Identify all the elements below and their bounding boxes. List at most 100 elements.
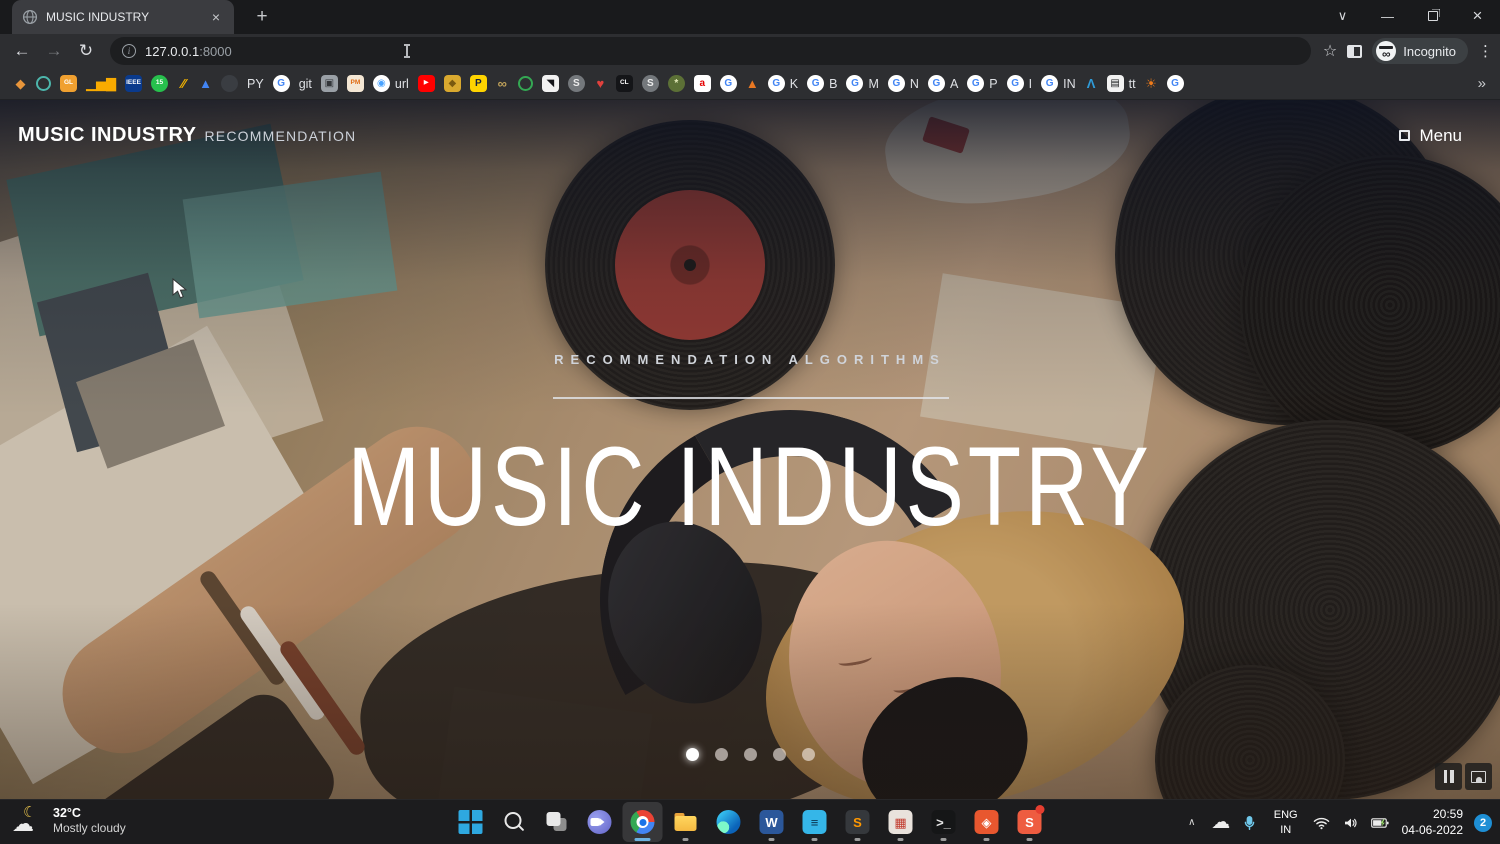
monitor-bookmark-icon[interactable]: ▤ tt [1106,75,1136,92]
menu-label: Menu [1419,125,1462,145]
google-n-bookmark-icon[interactable]: G N [887,75,919,92]
sublime-text-app[interactable]: S [838,802,878,842]
back-button[interactable]: ← [8,37,36,65]
address-bar[interactable]: i 127.0.0.1:8000 [110,37,1311,65]
airtel-bookmark-icon[interactable]: a [693,75,711,92]
side-panel-icon[interactable] [1347,44,1363,58]
google-k-bookmark-icon[interactable]: G K [767,75,798,92]
close-button[interactable]: × [1455,0,1500,32]
ieee-bookmark-icon[interactable]: IEEE [125,75,142,92]
taskbar-apps: W ≡ S ▦ >_ ◈ S [451,802,1050,842]
google3-bookmark-icon[interactable]: G [1166,75,1184,92]
volume-icon[interactable] [1340,808,1362,838]
start-button[interactable] [451,802,491,842]
carousel-dot-4[interactable] [772,748,786,761]
google-m-bookmark-icon[interactable]: G M [846,75,879,92]
tab-strip: MUSIC INDUSTRY × + ∨ — × [0,0,1500,34]
google-p-bookmark-icon[interactable]: G P [967,75,998,92]
microphone-icon[interactable] [1239,808,1261,838]
language-indicator[interactable]: ENG IN [1268,808,1304,837]
chrome-app[interactable] [622,802,663,842]
menu-kebab-icon[interactable]: ⋮ [1478,42,1493,60]
s-swirl-bookmark-icon[interactable]: S [567,75,585,92]
hidden-icons-chevron[interactable]: ∧ [1181,808,1203,838]
onedrive-icon[interactable]: ☁ [1210,808,1232,838]
gl-bookmark-icon[interactable]: GL [60,75,77,92]
site-info-icon[interactable]: i [122,44,136,58]
py-bookmark[interactable]: PY [247,77,264,91]
glasses-bookmark-icon[interactable]: ∞ [496,75,509,92]
terminal-app[interactable]: >_ [924,802,964,842]
camera-bookmark-icon[interactable]: ▣ [320,75,338,92]
adsense-bookmark-icon[interactable]: ∕∕ [177,75,190,92]
site-brand[interactable]: MUSIC INDUSTRY RECOMMENDATION [18,124,356,147]
chat-button[interactable] [580,802,620,842]
tray-time: 20:59 [1432,806,1463,821]
google-i-bookmark-icon[interactable]: G I [1006,75,1032,92]
git-bookmark[interactable]: git [299,77,312,91]
weather-widget[interactable]: ☾ ☁ 32°C Mostly cloudy [10,804,126,838]
taskbar-clock[interactable]: 20:59 04-06-2022 [1398,807,1467,838]
cl-bookmark-icon[interactable]: CL [615,75,633,92]
search-button[interactable] [494,802,534,842]
minimize-button[interactable]: — [1365,0,1410,32]
tab-close-icon[interactable]: × [208,9,224,25]
gallery-button[interactable] [1465,763,1492,790]
stamp-bookmark-icon[interactable]: ◆ [443,75,461,92]
carousel-dot-5[interactable] [801,748,815,761]
google-bookmark-icon[interactable]: G [272,75,290,92]
tab-search-icon[interactable]: ∨ [1320,0,1365,32]
snip-app[interactable]: S [1010,802,1050,842]
paytm-bookmark-icon[interactable]: P [469,75,487,92]
restore-icon [1427,11,1438,21]
carousel-dot-1[interactable] [685,748,699,761]
task-view-button[interactable] [537,802,577,842]
godaddy-bookmark-icon[interactable] [36,76,51,91]
google-in-bookmark-icon[interactable]: G IN [1041,75,1076,92]
menu-button[interactable]: Menu [1399,126,1462,146]
carousel-dot-3[interactable] [743,748,757,761]
url-bookmark-icon[interactable]: ◉ url [372,75,409,92]
diamond-app[interactable]: ◈ [967,802,1007,842]
pause-button[interactable] [1435,763,1462,790]
notification-badge[interactable]: 2 [1474,813,1492,832]
eagle-bookmark-icon[interactable]: ◥ [541,75,559,92]
edge-app[interactable] [709,802,749,842]
movie-maker-app[interactable]: ▦ [881,802,921,842]
hero-title: MUSIC INDUSTRY [347,424,1153,549]
globe-favicon-icon [22,9,38,25]
diamond-bookmark-icon[interactable]: ◆ [14,75,27,92]
file-explorer-app[interactable] [666,802,706,842]
wifi-icon[interactable] [1311,808,1333,838]
heart-bookmark-icon[interactable]: ♥ [594,75,607,92]
incognito-badge[interactable]: Incognito [1372,38,1468,64]
google-a-bookmark-icon[interactable]: G A [927,75,958,92]
battery-icon[interactable] [1369,808,1391,838]
mouse-cursor [172,278,188,299]
bookmark-star-icon[interactable]: ☆ [1323,41,1337,61]
youtube-bookmark-icon[interactable]: ▶ [417,75,435,92]
new-tab-button[interactable]: + [250,6,274,28]
browser-tab[interactable]: MUSIC INDUSTRY × [12,0,234,34]
carousel-dot-2[interactable] [714,748,728,761]
olive-bookmark-icon[interactable]: * [667,75,685,92]
matlab-bookmark-icon[interactable]: ▲ [746,75,759,92]
whatsapp-bookmark-icon[interactable]: 15 [151,75,168,92]
word-app[interactable]: W [752,802,792,842]
analytics-bookmark-icon[interactable]: ▁▅▇ [86,75,116,92]
google-b-bookmark-icon[interactable]: G B [807,75,837,92]
restore-button[interactable] [1410,0,1455,32]
github-bookmark-icon[interactable] [221,75,238,92]
sun-bookmark-icon[interactable]: ☀ [1145,75,1158,92]
forward-button[interactable]: → [40,37,68,65]
google-ads-bookmark-icon[interactable]: ▲ [199,75,212,92]
google2-bookmark-icon[interactable]: G [719,75,737,92]
s-swirl2-bookmark-icon[interactable]: S [641,75,659,92]
notepad-app[interactable]: ≡ [795,802,835,842]
gallery-icon [1471,770,1486,783]
blue-peaks-bookmark-icon[interactable]: Λ [1085,75,1098,92]
pm-bookmark-icon[interactable]: PM [346,75,364,92]
bookmarks-overflow-icon[interactable]: » [1478,75,1486,92]
green-ring-bookmark-icon[interactable] [517,76,533,91]
reload-button[interactable]: ↻ [72,37,100,65]
